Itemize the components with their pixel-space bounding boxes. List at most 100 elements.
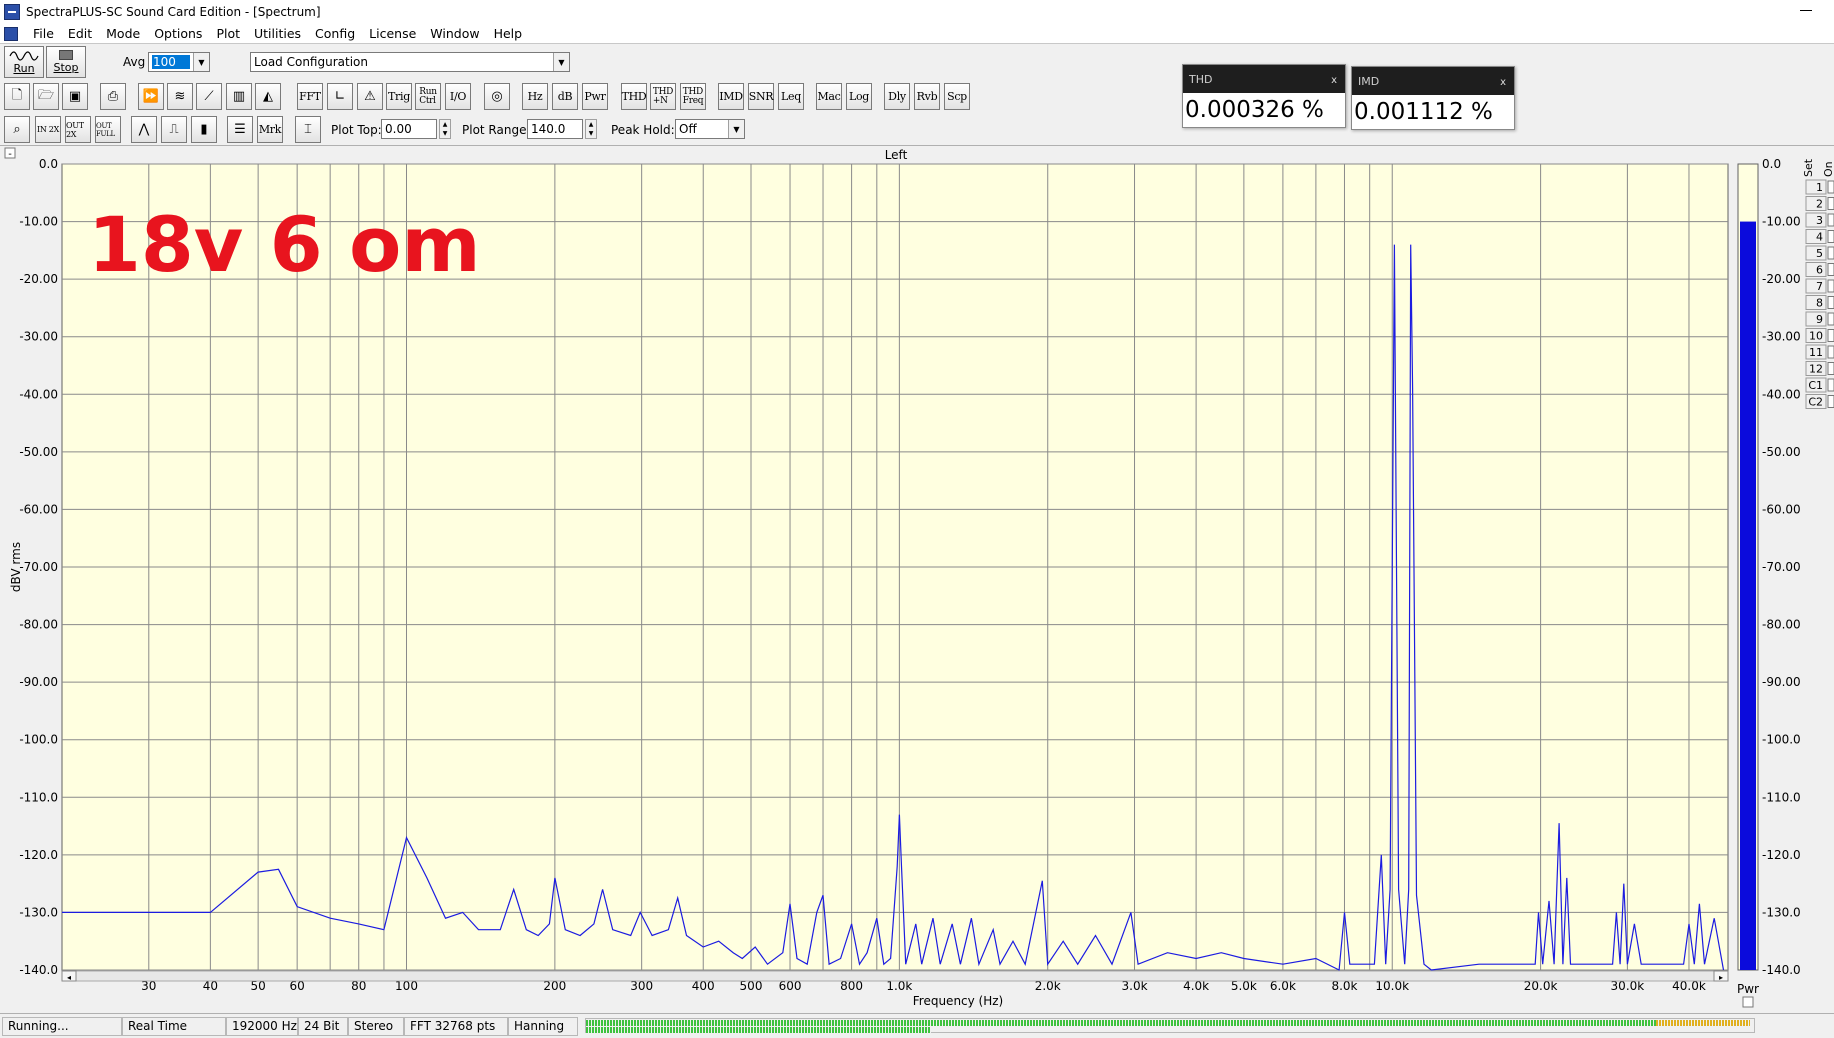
zoom-out-2x-button[interactable]: OUT 2X [65,116,91,143]
zoom-button[interactable]: ⌕ [4,116,30,143]
imd-button[interactable]: IMD [718,83,744,110]
pwr-collapse-icon[interactable] [1742,996,1754,1008]
spectrum-chart[interactable]: - Left 0.0 -10.00 -20.00 -30.00 -40.00 -50.00… [0,147,1834,1013]
y-tick-label: -60.00 [19,502,58,516]
axis-button[interactable]: ∟ [327,83,353,110]
set-checkbox[interactable] [1827,246,1834,260]
chevron-down-icon[interactable]: ▼ [728,120,744,138]
set-checkbox[interactable] [1827,362,1834,375]
marker-button[interactable]: Mrk [257,116,283,143]
set-checkbox[interactable] [1827,180,1834,194]
set-checkbox[interactable] [1827,279,1834,293]
set-checkbox[interactable] [1827,296,1834,309]
set-checkbox[interactable] [1827,395,1834,408]
menu-mode[interactable]: Mode [99,26,147,41]
line-plot-button[interactable]: ⋀ [131,116,157,143]
log-button[interactable]: Log [846,83,872,110]
y-tick-label-right: -40.00 [1762,387,1801,401]
3d-surface-button[interactable]: ◭ [255,83,281,110]
run-ctrl-button[interactable]: Run Ctrl [415,83,441,110]
ramp-button[interactable]: ⟋ [196,83,222,110]
zoom-in-2x-button[interactable]: IN 2X [35,116,61,143]
scroll-left-icon: ◂ [67,973,71,982]
open-file-button[interactable]: 🗁 [33,83,59,110]
cursor-button[interactable]: ⌶ [295,116,321,143]
menu-plot[interactable]: Plot [209,26,247,41]
snr-button[interactable]: SNR [748,83,774,110]
menu-file[interactable]: File [26,26,61,41]
plot-top-input[interactable]: 0.00 [381,119,437,139]
mac-button[interactable]: Mac [816,83,842,110]
avg-select[interactable]: 100 ▼ [148,52,210,72]
close-icon[interactable]: x [1500,77,1506,88]
y-tick-label: -10.00 [19,215,58,229]
pwr-button[interactable]: Pwr [582,83,608,110]
bar-plot-button[interactable]: ▮ [191,116,217,143]
thd-freq-button[interactable]: THD Freq [680,83,706,110]
hz-button[interactable]: Hz [522,83,548,110]
print-button[interactable]: ⎙ [100,83,126,110]
peak-hold-value: Off [679,122,697,136]
load-configuration-select[interactable]: Load Configuration ▼ [250,52,570,72]
generator-button[interactable]: ◎ [484,83,510,110]
set-checkbox[interactable] [1827,329,1834,342]
magnifier-icon: ⌕ [13,122,21,137]
menu-help[interactable]: Help [487,26,530,41]
menu-edit[interactable]: Edit [61,26,99,41]
set-checkbox[interactable] [1827,230,1834,243]
step-plot-button[interactable]: ⎍ [161,116,187,143]
leq-button[interactable]: Leq [778,83,804,110]
folder-icon: 🗁 [37,87,55,103]
calibrate-button[interactable]: ⚠ [357,83,383,110]
new-file-button[interactable]: 🗋 [4,83,30,110]
fast-forward-button[interactable]: ⏩ [138,83,164,110]
thd-readout-header: THD x [1183,65,1345,93]
avg-label: Avg [123,55,146,69]
io-button[interactable]: I/O [445,83,471,110]
close-icon[interactable]: x [1331,75,1337,86]
db-button[interactable]: dB [552,83,578,110]
peak-hold-select[interactable]: Off ▼ [675,119,745,139]
chevron-down-icon[interactable]: ▼ [193,53,209,71]
stop-button[interactable]: Stop [46,46,86,78]
legend-button[interactable]: ☰ [227,116,253,143]
document-icon[interactable] [4,26,18,41]
menu-license[interactable]: License [362,26,423,41]
set-checkbox[interactable] [1827,197,1834,210]
set-checkbox[interactable] [1827,312,1834,326]
scp-button[interactable]: Scp [944,83,970,110]
menu-options[interactable]: Options [147,26,209,41]
run-button[interactable]: Run [4,46,44,78]
menu-config[interactable]: Config [308,26,362,41]
set-checkbox[interactable] [1827,378,1834,392]
imd-readout[interactable]: IMD x 0.001112 % [1351,66,1515,130]
save-button[interactable]: ▣ [62,83,88,110]
set-item-label: 5 [1816,247,1823,260]
thd-button[interactable]: THD [621,83,647,110]
overlay-button[interactable]: ≋ [167,83,193,110]
menu-window[interactable]: Window [423,26,486,41]
fft-button[interactable]: FFT [297,83,323,110]
set-checkbox[interactable] [1827,345,1834,359]
spectrogram-button[interactable]: ▥ [226,83,252,110]
set-checkbox[interactable] [1827,213,1834,227]
y-tick-label: -110.0 [19,790,58,804]
rvb-button[interactable]: Rvb [914,83,940,110]
avg-value: 100 [152,55,190,69]
y-tick-label: -90.00 [19,675,58,689]
axis-icon: ∟ [334,89,346,104]
status-channels: Stereo [348,1017,404,1036]
plot-range-input[interactable]: 140.0 [527,119,583,139]
dly-button[interactable]: Dly [884,83,910,110]
thd-readout[interactable]: THD x 0.000326 % [1182,64,1346,128]
thdn-button[interactable]: THD +N [650,83,676,110]
menu-utilities[interactable]: Utilities [247,26,308,41]
trig-button[interactable]: Trig [386,83,412,110]
set-checkbox[interactable] [1827,263,1834,276]
chevron-down-icon[interactable]: ▼ [553,53,569,71]
plot-top-spinner[interactable]: ▲ ▼ [439,119,451,139]
plot-range-spinner[interactable]: ▲ ▼ [585,119,597,139]
zoom-out-full-button[interactable]: OUT FULL [95,116,121,143]
minimize-icon[interactable] [1800,3,1814,17]
horizontal-scrollbar[interactable] [61,970,1729,982]
